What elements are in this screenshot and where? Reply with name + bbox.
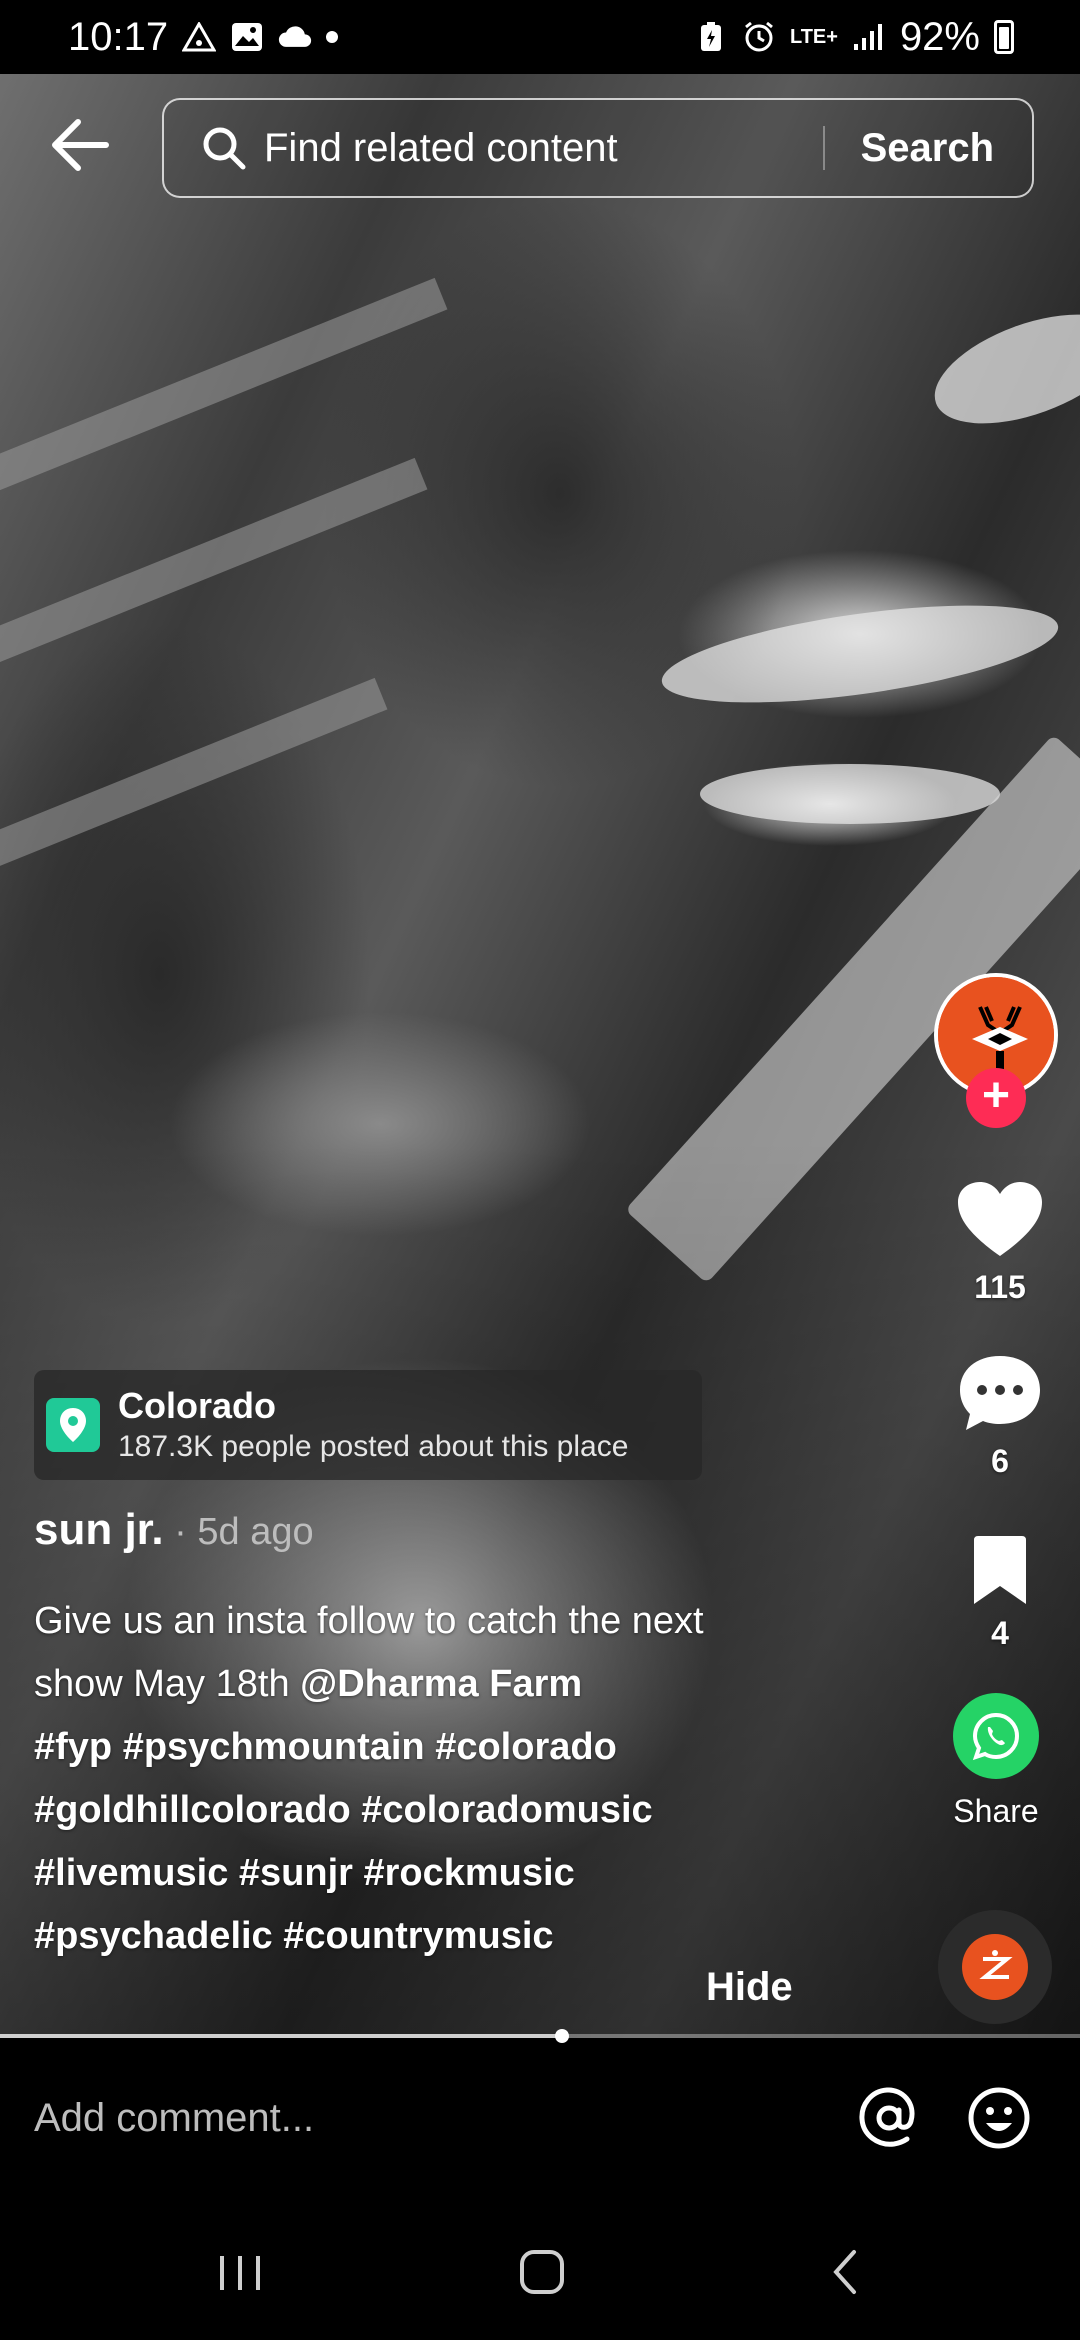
hashtags-line-1[interactable]: #fyp #psychmountain #colorado bbox=[34, 1726, 617, 1768]
battery-percent: 92% bbox=[899, 14, 980, 59]
share-label: Share bbox=[953, 1793, 1039, 1829]
alarm-icon bbox=[742, 20, 776, 54]
search-input[interactable]: Find related content bbox=[264, 126, 823, 171]
hashtags-line-4[interactable]: #psychadelic #countrymusic bbox=[34, 1915, 554, 1957]
comment-input[interactable]: Add comment... bbox=[34, 2096, 854, 2141]
status-bar: 10:17 LTE+ 92% bbox=[0, 0, 1080, 74]
location-subtitle: 187.3K people posted about this place bbox=[118, 1430, 629, 1463]
author-line: sun jr. · 5d ago bbox=[34, 1505, 314, 1555]
progress-fill bbox=[0, 2034, 562, 2038]
location-chip[interactable]: Colorado 187.3K people posted about this… bbox=[34, 1370, 702, 1480]
search-bar[interactable]: Find related content Search bbox=[162, 98, 1034, 198]
post-time: · 5d ago bbox=[163, 1511, 314, 1553]
back-button[interactable] bbox=[50, 118, 120, 178]
follow-button[interactable]: + bbox=[966, 1068, 1026, 1128]
progress-thumb[interactable] bbox=[554, 2029, 569, 2043]
system-nav-bar bbox=[0, 2198, 1080, 2340]
comment-button[interactable]: 6 bbox=[930, 1352, 1070, 1480]
mention-at-icon[interactable] bbox=[854, 2083, 924, 2153]
comment-bar: Add comment... bbox=[0, 2038, 1080, 2198]
comment-count: 6 bbox=[991, 1443, 1009, 1479]
warning-icon bbox=[182, 20, 217, 54]
heart-icon bbox=[958, 1182, 1042, 1256]
hashtags-line-3[interactable]: #livemusic #sunjr #rockmusic bbox=[34, 1852, 575, 1894]
share-button[interactable]: Share bbox=[926, 1693, 1066, 1830]
hashtags-line-2[interactable]: #goldhillcolorado #coloradomusic bbox=[34, 1789, 653, 1831]
battery-icon bbox=[994, 20, 1014, 54]
music-disc[interactable] bbox=[938, 1910, 1052, 2024]
plus-icon: + bbox=[981, 1069, 1011, 1122]
arrow-left-icon bbox=[52, 119, 109, 171]
hide-caption-button[interactable]: Hide bbox=[706, 1965, 793, 2010]
location-name: Colorado bbox=[118, 1385, 276, 1426]
gallery-icon bbox=[230, 20, 264, 54]
home-icon[interactable] bbox=[512, 2242, 572, 2302]
signal-icon bbox=[852, 20, 886, 54]
recent-apps-icon[interactable] bbox=[210, 2242, 270, 2302]
location-pin-icon bbox=[46, 1398, 100, 1452]
bookmark-count: 4 bbox=[991, 1615, 1009, 1651]
battery-saver-icon bbox=[694, 20, 728, 54]
status-left: 10:17 bbox=[68, 14, 339, 60]
back-nav-icon[interactable] bbox=[816, 2242, 876, 2302]
caption: Give us an insta follow to catch the nex… bbox=[34, 1590, 794, 1968]
comment-icon bbox=[960, 1356, 1040, 1430]
location-text: Colorado 187.3K people posted about this… bbox=[118, 1384, 628, 1466]
status-time: 10:17 bbox=[68, 14, 169, 59]
like-count: 115 bbox=[974, 1269, 1026, 1305]
bookmark-button[interactable]: 4 bbox=[930, 1534, 1070, 1652]
notification-dot-icon bbox=[326, 31, 339, 43]
whatsapp-icon bbox=[953, 1693, 1039, 1779]
author-name[interactable]: sun jr. bbox=[34, 1505, 164, 1554]
like-button[interactable]: 115 bbox=[930, 1180, 1070, 1306]
search-icon bbox=[203, 127, 246, 170]
mention-link[interactable]: @Dharma Farm bbox=[300, 1663, 582, 1705]
video-progress-bar[interactable] bbox=[0, 2029, 1080, 2043]
search-button[interactable]: Search bbox=[861, 126, 994, 171]
bookmark-icon bbox=[974, 1536, 1026, 1604]
status-right: LTE+ 92% bbox=[694, 15, 1014, 60]
network-type: LTE+ bbox=[789, 26, 838, 48]
emoji-icon[interactable] bbox=[964, 2083, 1034, 2153]
cloud-icon bbox=[278, 20, 312, 54]
search-divider bbox=[822, 126, 825, 170]
sound-icon bbox=[962, 1934, 1028, 2000]
